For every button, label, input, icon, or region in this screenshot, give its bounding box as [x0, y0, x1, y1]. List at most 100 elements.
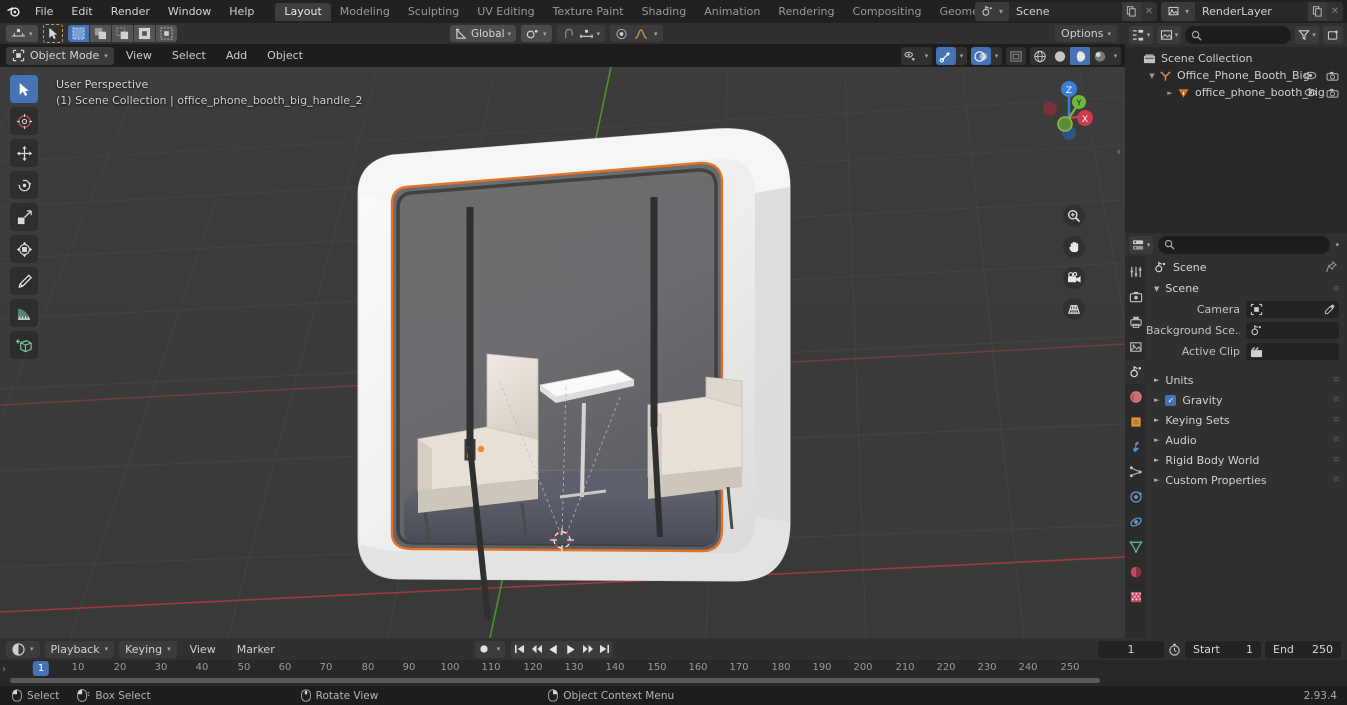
viewport-menu-add[interactable]: Add	[218, 47, 255, 65]
keying-sets-subpanel[interactable]: ► Keying Sets ≡	[1146, 410, 1347, 430]
use-preview-range-stopwatch-icon[interactable]	[1168, 643, 1181, 656]
ortho-persp-icon[interactable]	[1063, 298, 1085, 320]
menu-help[interactable]: Help	[220, 3, 263, 20]
play-button[interactable]	[562, 641, 579, 658]
workspace-tab-compositing[interactable]: Compositing	[844, 3, 931, 21]
workspace-tab-uv-editing[interactable]: UV Editing	[468, 3, 543, 21]
properties-tab-constraints[interactable]	[1125, 510, 1146, 534]
add-cube-tool-button[interactable]	[10, 331, 38, 359]
solid-shading-button[interactable]	[1050, 47, 1070, 65]
playback-dropdown[interactable]: Playback ▾	[44, 640, 115, 658]
workspace-tab-layout[interactable]: Layout	[275, 2, 331, 21]
properties-tab-particles[interactable]	[1125, 460, 1146, 484]
gizmo-toggle-group[interactable]: ▾	[936, 47, 967, 65]
rotate-tool-button[interactable]	[10, 171, 38, 199]
properties-tab-world[interactable]	[1125, 385, 1146, 409]
select-invert-mode-button[interactable]	[133, 25, 155, 42]
jump-to-end-button[interactable]	[596, 641, 613, 658]
transform-tool-button[interactable]	[10, 235, 38, 263]
xray-toggle-group[interactable]	[1006, 47, 1026, 65]
viewport-options-dropdown[interactable]: Options ▾	[1055, 25, 1117, 42]
eyedropper-icon[interactable]	[1324, 304, 1335, 315]
workspace-tab-texture-paint[interactable]: Texture Paint	[544, 3, 633, 21]
object-types-visibility-icon[interactable]	[901, 47, 921, 65]
units-subpanel[interactable]: ► Units ≡	[1146, 370, 1347, 390]
disclosure-open-icon[interactable]: ▼	[1147, 72, 1157, 80]
move-tool-button[interactable]	[10, 139, 38, 167]
viewport-menu-object[interactable]: Object	[259, 47, 311, 65]
start-frame-field[interactable]: Start 1	[1185, 640, 1261, 658]
visibility-caret-icon[interactable]: ▾	[921, 47, 932, 65]
navigation-gizmo[interactable]: Z X Y	[1028, 75, 1100, 147]
visibility-dropdown-group[interactable]: ▾	[901, 47, 932, 65]
auto-keying-group[interactable]: ▾	[475, 640, 505, 658]
workspace-tab-modeling[interactable]: Modeling	[331, 3, 399, 21]
scene-dropdown-caret-icon[interactable]: ▾	[999, 2, 1009, 21]
sidebar-collapse-arrow-icon[interactable]: ‹	[1117, 145, 1121, 158]
scene-panel-header[interactable]: ▼ Scene ≡	[1146, 278, 1347, 299]
outliner-new-collection-button[interactable]	[1323, 26, 1343, 44]
proportional-editing-group[interactable]: ▾	[610, 25, 663, 42]
hide-in-viewport-eye-icon[interactable]	[1304, 88, 1317, 97]
camera-field[interactable]	[1246, 301, 1339, 318]
viewport-menu-view[interactable]: View	[118, 47, 160, 65]
scale-tool-button[interactable]	[10, 203, 38, 231]
rendered-shading-button[interactable]	[1090, 47, 1110, 65]
select-intersect-mode-button[interactable]	[155, 25, 177, 42]
tweak-tool-button[interactable]	[10, 75, 38, 103]
background-scene-field[interactable]	[1246, 322, 1339, 339]
timeline-playhead[interactable]: 1	[32, 661, 50, 676]
disable-in-renders-camera-icon[interactable]	[1326, 88, 1339, 98]
properties-tab-texture[interactable]	[1125, 585, 1146, 609]
jump-to-next-keyframe-button[interactable]	[579, 641, 596, 658]
disable-in-renders-camera-icon[interactable]	[1326, 71, 1339, 81]
outliner-row-office-phone-booth-big-mesh[interactable]: ► office_phone_booth_big	[1125, 84, 1347, 101]
camera-view-icon[interactable]	[1063, 267, 1085, 289]
timeline-expand-arrow-icon[interactable]: ›	[2, 664, 6, 675]
properties-tab-tool[interactable]	[1125, 260, 1146, 284]
properties-tab-render[interactable]	[1125, 285, 1146, 309]
custom-properties-subpanel[interactable]: ► Custom Properties ≡	[1146, 470, 1347, 490]
blender-logo-icon[interactable]	[0, 0, 26, 23]
workspace-tab-rendering[interactable]: Rendering	[769, 3, 843, 21]
menu-window[interactable]: Window	[159, 3, 220, 20]
gizmo-toggle-button[interactable]	[936, 47, 956, 65]
jump-to-previous-keyframe-button[interactable]	[528, 641, 545, 658]
keying-dropdown[interactable]: Keying ▾	[119, 640, 177, 658]
select-subtract-mode-button[interactable]	[111, 25, 133, 42]
properties-tab-object[interactable]	[1125, 410, 1146, 434]
audio-subpanel[interactable]: ► Audio ≡	[1146, 430, 1347, 450]
active-tool-icon[interactable]: ▾	[6, 25, 38, 42]
pan-hand-icon[interactable]	[1063, 236, 1085, 258]
play-reverse-button[interactable]	[545, 641, 562, 658]
shading-caret-icon[interactable]: ▾	[1110, 47, 1121, 65]
viewport-menu-select[interactable]: Select	[164, 47, 214, 65]
timeline-ruler[interactable]: 1 10 20 30 40 50 60 70 80 90 100 110 120…	[0, 660, 1347, 678]
3d-viewport[interactable]: User Perspective (1) Scene Collection | …	[0, 67, 1125, 638]
gravity-checkbox[interactable]: ✓	[1165, 394, 1177, 406]
properties-editor-type-button[interactable]: ▾	[1129, 235, 1153, 254]
select-extend-mode-button[interactable]	[89, 25, 111, 42]
transform-orientation-dropdown[interactable]: Global ▾	[450, 25, 517, 42]
workspace-tab-animation[interactable]: Animation	[695, 3, 769, 21]
overlays-toggle-group[interactable]: ▾	[971, 47, 1002, 65]
overlays-caret-icon[interactable]: ▾	[991, 47, 1002, 65]
active-clip-field[interactable]	[1246, 343, 1339, 360]
viewlayer-name-field[interactable]: RenderLayer	[1195, 2, 1307, 21]
auto-keying-caret-icon[interactable]: ▾	[492, 641, 505, 658]
zoom-icon[interactable]	[1063, 205, 1085, 227]
pivot-point-dropdown[interactable]: ▾	[521, 25, 552, 42]
gravity-subpanel[interactable]: ► ✓ Gravity ≡	[1146, 390, 1347, 410]
jump-to-start-button[interactable]	[511, 641, 528, 658]
gizmo-caret-icon[interactable]: ▾	[956, 47, 967, 65]
disclosure-closed-icon[interactable]: ►	[1165, 89, 1175, 97]
properties-tab-view-layer[interactable]	[1125, 335, 1146, 359]
wireframe-shading-button[interactable]	[1030, 47, 1050, 65]
end-frame-field[interactable]: End 250	[1265, 640, 1341, 658]
pin-id-icon[interactable]	[1326, 261, 1337, 273]
annotate-tool-button[interactable]	[10, 267, 38, 295]
properties-search-input[interactable]	[1158, 235, 1331, 254]
xray-toggle-button[interactable]	[1006, 47, 1026, 65]
unlink-scene-button[interactable]: ✕	[1141, 2, 1157, 21]
menu-file[interactable]: File	[26, 3, 62, 20]
